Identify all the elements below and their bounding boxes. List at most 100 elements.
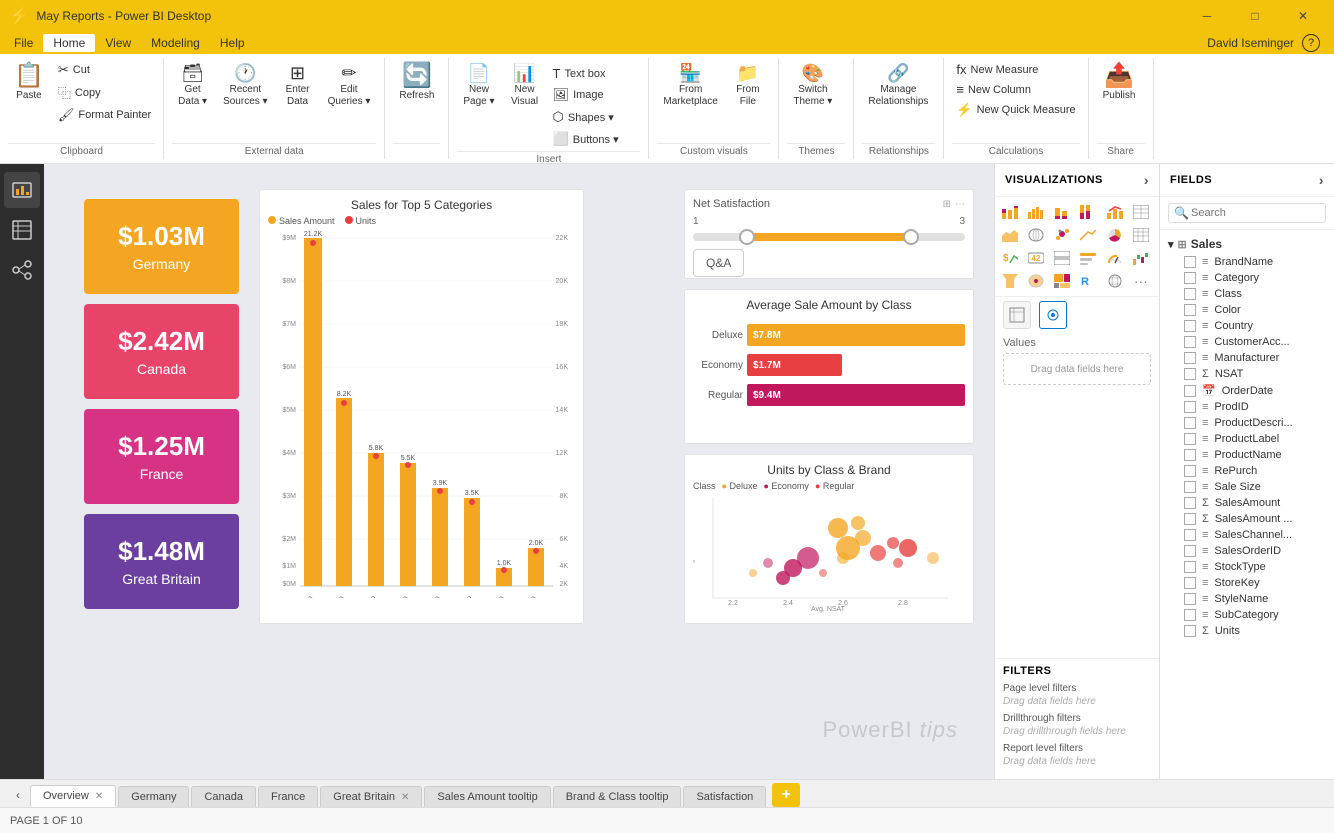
format-painter-button[interactable]: 🖌 Format Painter [54,105,155,125]
get-data-button[interactable]: 🗃 GetData ▾ [172,60,213,112]
tab-germany[interactable]: Germany [118,786,189,807]
field-saleschannel[interactable]: ≡ SalesChannel... [1160,527,1334,543]
slider-handle-left[interactable] [739,229,755,245]
image-button[interactable]: 🖼 Image [549,85,623,105]
viz-100-stacked[interactable] [1077,201,1099,223]
drillthrough-drop[interactable]: Drag drillthrough fields here [1003,726,1151,737]
nav-model[interactable] [4,252,40,288]
viz-area[interactable] [999,224,1021,246]
viz-scatter[interactable] [1051,224,1073,246]
enter-data-button[interactable]: ⊞ EnterData [278,60,318,112]
field-productdescri[interactable]: ≡ ProductDescri... [1160,415,1334,431]
kpi-canada[interactable]: $2.42M Canada [84,304,239,399]
field-class[interactable]: ≡ Class [1160,286,1334,302]
page-filter-drop[interactable]: Drag data fields here [1003,696,1151,707]
scatter-chart[interactable]: Units by Class & Brand Class ● Deluxe ● … [684,454,974,624]
report-filter-drop[interactable]: Drag data fields here [1003,756,1151,767]
viz-r-script[interactable]: R [1077,270,1099,292]
cut-button[interactable]: ✂ Cut [54,60,155,80]
viz-waterfall[interactable] [1130,247,1152,269]
viz-pie[interactable] [1104,224,1126,246]
viz-card[interactable]: 42 [1025,247,1047,269]
satisfaction-slider[interactable] [693,233,965,241]
kpi-great-britain[interactable]: $1.48M Great Britain [84,514,239,609]
viz-format-tab[interactable] [1039,301,1067,329]
field-category-check[interactable] [1184,272,1196,284]
add-page-button[interactable]: + [772,783,800,807]
tab-canada[interactable]: Canada [191,786,256,807]
menu-modeling[interactable]: Modeling [141,34,210,52]
slider-handle-right[interactable] [903,229,919,245]
viz-more[interactable]: ··· [1130,270,1152,292]
viz-slicer[interactable] [1077,247,1099,269]
tab-sales-tooltip[interactable]: Sales Amount tooltip [424,786,550,807]
nav-data[interactable] [4,212,40,248]
paste-button[interactable]: 📋 Paste [8,60,50,106]
recent-sources-button[interactable]: 🕐 RecentSources ▾ [217,60,273,112]
viz-stacked-bar[interactable] [999,201,1021,223]
field-color[interactable]: ≡ Color [1160,302,1334,318]
field-country[interactable]: ≡ Country [1160,318,1334,334]
new-quick-measure-button[interactable]: ⚡ New Quick Measure [952,100,1079,120]
kpi-germany[interactable]: $1.03M Germany [84,199,239,294]
field-salesorderid[interactable]: ≡ SalesOrderID [1160,543,1334,559]
help-button[interactable]: ? [1302,34,1320,52]
viz-globe[interactable] [1104,270,1126,292]
field-orderdate[interactable]: 📅 OrderDate [1160,382,1334,399]
viz-gauge[interactable] [1104,247,1126,269]
tab-overview-close[interactable]: ✕ [95,791,103,802]
viz-line-col[interactable] [1104,201,1126,223]
close-button[interactable]: ✕ [1280,0,1326,32]
new-visual-button[interactable]: 📊 NewVisual [505,60,545,112]
shapes-button[interactable]: ⬡ Shapes ▾ [549,107,623,127]
field-brandname[interactable]: ≡ BrandName [1160,254,1334,270]
new-page-button[interactable]: 📄 NewPage ▾ [457,60,500,112]
field-country-check[interactable] [1184,320,1196,332]
field-units[interactable]: Σ Units [1160,623,1334,639]
viz-kpi[interactable]: $ [999,247,1021,269]
field-nsat[interactable]: Σ NSAT [1160,366,1334,382]
field-salesamount[interactable]: Σ SalesAmount [1160,495,1334,511]
tab-great-britain[interactable]: Great Britain ✕ [320,786,422,807]
fields-expand[interactable]: › [1319,172,1324,188]
viz-stacked-col[interactable] [1051,201,1073,223]
field-salesamount2[interactable]: Σ SalesAmount ... [1160,511,1334,527]
manage-relationships-button[interactable]: 🔗 ManageRelationships [862,60,934,112]
viz-filled-map[interactable] [1025,270,1047,292]
edit-queries-button[interactable]: ✏ EditQueries ▾ [322,60,377,112]
field-class-check[interactable] [1184,288,1196,300]
field-storekey[interactable]: ≡ StoreKey [1160,575,1334,591]
field-manufacturer[interactable]: ≡ Manufacturer [1160,350,1334,366]
satisfaction-card[interactable]: Net Satisfaction ⊞ ⋯ 1 3 Q&A [684,189,974,279]
nav-report[interactable] [4,172,40,208]
field-repurch[interactable]: ≡ RePurch [1160,463,1334,479]
menu-file[interactable]: File [4,34,43,52]
copy-button[interactable]: ⿻ Copy [54,81,155,104]
viz-clustered-bar[interactable] [1025,201,1047,223]
canvas-area[interactable]: $1.03M Germany $2.42M Canada $1.25M Fran… [44,164,994,779]
tab-brand-class[interactable]: Brand & Class tooltip [553,786,682,807]
viz-map[interactable] [1025,224,1047,246]
menu-home[interactable]: Home [43,34,95,52]
field-category[interactable]: ≡ Category [1160,270,1334,286]
maximize-button[interactable]: □ [1232,0,1278,32]
field-sale-size[interactable]: ≡ Sale Size [1160,479,1334,495]
tab-satisfaction[interactable]: Satisfaction [683,786,766,807]
viz-matrix[interactable] [1130,224,1152,246]
viz-line[interactable] [1077,224,1099,246]
viz-table[interactable] [1130,201,1152,223]
tab-great-britain-close[interactable]: ✕ [401,792,409,803]
field-productname[interactable]: ≡ ProductName [1160,447,1334,463]
viz-fields-tab[interactable] [1003,301,1031,329]
viz-multi-row-card[interactable] [1051,247,1073,269]
tab-france[interactable]: France [258,786,318,807]
viz-panel-expand[interactable]: › [1144,172,1149,188]
avg-sale-chart[interactable]: Average Sale Amount by Class Deluxe $7.8… [684,289,974,444]
field-subcategory[interactable]: ≡ SubCategory [1160,607,1334,623]
from-marketplace-button[interactable]: 🏪 FromMarketplace [657,60,723,112]
new-column-button[interactable]: ≡ New Column [952,80,1079,99]
from-file-button[interactable]: 📁 FromFile [728,60,768,112]
field-productlabel[interactable]: ≡ ProductLabel [1160,431,1334,447]
viz-funnel[interactable] [999,270,1021,292]
field-brandname-check[interactable] [1184,256,1196,268]
